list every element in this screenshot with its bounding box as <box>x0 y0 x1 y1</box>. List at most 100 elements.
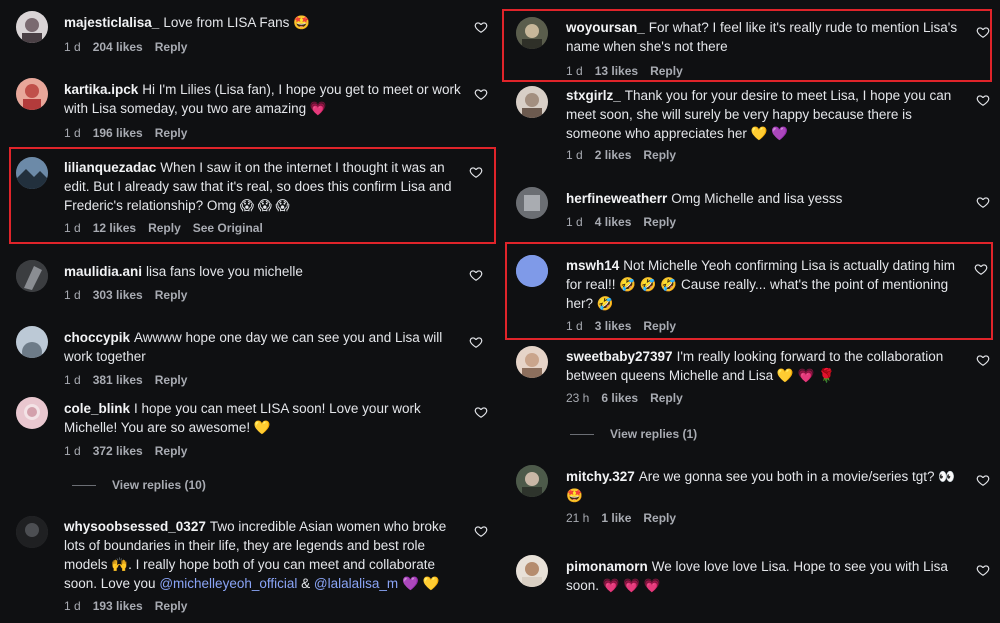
reply-button[interactable]: Reply <box>643 319 676 333</box>
comment-likes[interactable]: 372 likes <box>93 444 143 458</box>
view-replies-button[interactable]: View replies (10) <box>72 478 206 492</box>
comment-likes[interactable]: 1 like <box>601 511 631 525</box>
comment-username[interactable]: herfineweatherr <box>566 191 667 206</box>
comment-likes[interactable]: 12 likes <box>93 221 136 235</box>
avatar[interactable] <box>16 397 48 429</box>
comment-meta: 1 d 303 likes Reply <box>64 288 187 302</box>
reply-button[interactable]: Reply <box>643 511 676 525</box>
comment-likes[interactable]: 2 likes <box>595 148 632 162</box>
avatar[interactable] <box>516 86 548 118</box>
comment-text: choccypik Awwww hope one day we can see y… <box>64 330 443 364</box>
like-heart-icon[interactable] <box>976 563 990 577</box>
like-heart-icon[interactable] <box>976 353 990 367</box>
comment-username[interactable]: whysoobsessed_0327 <box>64 519 206 534</box>
avatar[interactable] <box>16 11 48 43</box>
reply-button[interactable]: Reply <box>155 599 188 613</box>
view-replies-button[interactable]: View replies (1) <box>570 427 697 441</box>
comment-likes[interactable]: 6 likes <box>601 391 638 405</box>
comment-meta: 1 d 3 likes Reply <box>566 319 676 333</box>
comment-text: stxgirlz_ Thank you for your desire to me… <box>566 88 952 141</box>
like-heart-icon[interactable] <box>976 25 990 39</box>
comment-text: sweetbaby27397 I'm really looking forward… <box>566 349 944 383</box>
comment-time: 1 d <box>64 40 81 54</box>
comment-username[interactable]: mitchy.327 <box>566 469 635 484</box>
comment-likes[interactable]: 13 likes <box>595 64 638 78</box>
like-heart-icon[interactable] <box>976 473 990 487</box>
reply-button[interactable]: Reply <box>155 126 188 140</box>
reply-divider <box>72 484 96 486</box>
comment-time: 23 h <box>566 391 590 405</box>
comment-username[interactable]: pimonamorn <box>566 559 648 574</box>
comment-meta: 1 d 204 likes Reply <box>64 40 187 54</box>
comment-meta: 1 d 13 likes Reply <box>566 64 683 78</box>
like-heart-icon[interactable] <box>474 524 488 538</box>
comment-username[interactable]: kartika.ipck <box>64 82 138 97</box>
avatar[interactable] <box>16 326 48 358</box>
comment-text: mitchy.327 Are we gonna see you both in a… <box>566 469 956 503</box>
avatar[interactable] <box>516 346 548 378</box>
comment-username[interactable]: stxgirlz_ <box>566 88 621 103</box>
comment-time: 1 d <box>566 319 583 333</box>
comment-meta: 1 d 4 likes Reply <box>566 215 676 229</box>
reply-button[interactable]: Reply <box>155 288 188 302</box>
like-heart-icon[interactable] <box>976 93 990 107</box>
reply-button[interactable]: Reply <box>148 221 181 235</box>
comment-text: herfineweatherr Omg Michelle and lisa yes… <box>566 191 843 206</box>
comment-meta: 1 d 2 likes Reply <box>566 148 676 162</box>
avatar[interactable] <box>516 17 548 49</box>
reply-button[interactable]: Reply <box>155 373 188 387</box>
reply-button[interactable]: Reply <box>650 64 683 78</box>
comment-text: majesticlalisa_ Love from LISA Fans 🤩 <box>64 15 310 30</box>
mention-link[interactable]: @michelleyeoh_official <box>159 576 297 591</box>
comment-text: maulidia.ani lisa fans love you michelle <box>64 264 303 279</box>
comment-username[interactable]: sweetbaby27397 <box>566 349 673 364</box>
comment-username[interactable]: cole_blink <box>64 401 130 416</box>
avatar[interactable] <box>16 78 48 110</box>
reply-button[interactable]: Reply <box>643 148 676 162</box>
reply-button[interactable]: Reply <box>643 215 676 229</box>
comment-likes[interactable]: 204 likes <box>93 40 143 54</box>
comment-text: woyoursan_ For what? I feel like it's rea… <box>566 20 958 54</box>
avatar[interactable] <box>516 255 548 287</box>
comment-username[interactable]: mswh14 <box>566 258 619 273</box>
reply-button[interactable]: Reply <box>155 444 188 458</box>
comment-meta: 1 d 196 likes Reply <box>64 126 187 140</box>
avatar[interactable] <box>16 260 48 292</box>
comment-meta: 1 d 193 likes Reply <box>64 599 187 613</box>
comment-time: 1 d <box>64 373 81 387</box>
like-heart-icon[interactable] <box>976 195 990 209</box>
comment-likes[interactable]: 3 likes <box>595 319 632 333</box>
comment-likes[interactable]: 4 likes <box>595 215 632 229</box>
mention-link[interactable]: @lalalalisa_m <box>314 576 398 591</box>
comment-likes[interactable]: 193 likes <box>93 599 143 613</box>
comment-likes[interactable]: 303 likes <box>93 288 143 302</box>
avatar[interactable] <box>516 187 548 219</box>
like-heart-icon[interactable] <box>469 335 483 349</box>
comment-text: kartika.ipck Hi I'm Lilies (Lisa fan), I … <box>64 82 461 116</box>
comment-time: 1 d <box>64 288 81 302</box>
see-original-button[interactable]: See Original <box>193 221 263 235</box>
comment-username[interactable]: majesticlalisa_ <box>64 15 159 30</box>
like-heart-icon[interactable] <box>474 87 488 101</box>
comment-username[interactable]: woyoursan_ <box>566 20 645 35</box>
like-heart-icon[interactable] <box>974 262 988 276</box>
like-heart-icon[interactable] <box>474 405 488 419</box>
comment-username[interactable]: maulidia.ani <box>64 264 142 279</box>
comment-username[interactable]: choccypik <box>64 330 130 345</box>
reply-button[interactable]: Reply <box>650 391 683 405</box>
avatar[interactable] <box>16 516 48 548</box>
comment-text: lilianquezadac When I saw it on the inter… <box>64 160 452 213</box>
comment-meta: 23 h 6 likes Reply <box>566 391 683 405</box>
like-heart-icon[interactable] <box>474 20 488 34</box>
like-heart-icon[interactable] <box>469 268 483 282</box>
comment-username[interactable]: lilianquezadac <box>64 160 156 175</box>
avatar[interactable] <box>516 465 548 497</box>
comment-likes[interactable]: 381 likes <box>93 373 143 387</box>
avatar[interactable] <box>516 555 548 587</box>
reply-divider <box>570 433 594 435</box>
avatar[interactable] <box>16 157 48 189</box>
comment-time: 1 d <box>566 148 583 162</box>
comment-likes[interactable]: 196 likes <box>93 126 143 140</box>
reply-button[interactable]: Reply <box>155 40 188 54</box>
like-heart-icon[interactable] <box>469 165 483 179</box>
